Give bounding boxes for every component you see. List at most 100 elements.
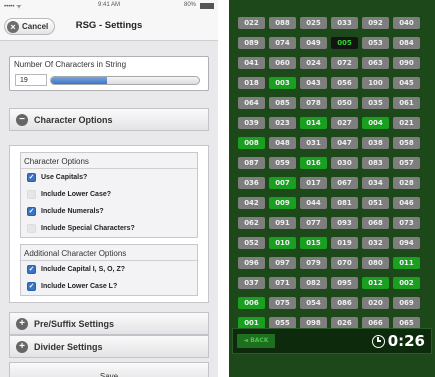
number-tile[interactable]: 003 (269, 77, 296, 89)
number-tile[interactable]: 040 (393, 17, 420, 29)
character-options-header[interactable]: − Character Options (9, 108, 209, 131)
number-tile[interactable]: 031 (300, 137, 327, 149)
number-tile[interactable]: 070 (331, 257, 358, 269)
number-tile[interactable]: 056 (331, 77, 358, 89)
number-tile[interactable]: 020 (362, 297, 389, 309)
number-tile[interactable]: 014 (300, 117, 327, 129)
number-tile[interactable]: 033 (331, 17, 358, 29)
number-tile[interactable]: 043 (300, 77, 327, 89)
number-tile[interactable]: 058 (393, 137, 420, 149)
number-tile[interactable]: 017 (300, 177, 327, 189)
number-tile[interactable]: 047 (331, 137, 358, 149)
number-tile[interactable]: 092 (362, 17, 389, 29)
length-slider[interactable] (50, 76, 200, 85)
number-tile[interactable]: 073 (393, 217, 420, 229)
number-tile[interactable]: 054 (300, 297, 327, 309)
checkbox[interactable]: ✓ (27, 173, 36, 182)
checkbox[interactable] (27, 190, 36, 199)
number-tile[interactable]: 079 (300, 257, 327, 269)
number-tile[interactable]: 068 (362, 217, 389, 229)
number-tile[interactable]: 067 (331, 177, 358, 189)
presuffix-settings-header[interactable]: + Pre/Suffix Settings (9, 312, 209, 335)
number-tile[interactable]: 050 (331, 97, 358, 109)
number-tile[interactable]: 086 (331, 297, 358, 309)
number-tile[interactable]: 010 (269, 237, 296, 249)
number-tile[interactable]: 021 (393, 117, 420, 129)
number-tile[interactable]: 064 (238, 97, 265, 109)
divider-settings-header[interactable]: + Divider Settings (9, 335, 209, 358)
number-tile[interactable]: 041 (238, 57, 265, 69)
number-tile[interactable]: 008 (238, 137, 265, 149)
number-tile[interactable]: 011 (393, 257, 420, 269)
number-tile[interactable]: 002 (393, 277, 420, 289)
number-tile[interactable]: 030 (331, 157, 358, 169)
number-tile[interactable]: 048 (269, 137, 296, 149)
number-tile[interactable]: 009 (269, 197, 296, 209)
number-tile[interactable]: 095 (331, 277, 358, 289)
number-tile[interactable]: 063 (362, 57, 389, 69)
number-tile[interactable]: 015 (300, 237, 327, 249)
number-tile[interactable]: 059 (269, 157, 296, 169)
number-tile[interactable]: 081 (331, 197, 358, 209)
option-capital-isoz[interactable]: ✓ Include Capital I, S, O, Z? (21, 261, 197, 278)
number-tile[interactable]: 045 (393, 77, 420, 89)
number-tile[interactable]: 075 (269, 297, 296, 309)
number-tile[interactable]: 046 (393, 197, 420, 209)
number-tile[interactable]: 077 (300, 217, 327, 229)
number-tile[interactable]: 061 (393, 97, 420, 109)
option-lower-l[interactable]: ✓ Include Lower Case L? (21, 278, 197, 295)
number-tile[interactable]: 091 (269, 217, 296, 229)
length-input[interactable]: 19 (15, 74, 47, 86)
save-button[interactable]: Save (9, 362, 209, 377)
number-tile[interactable]: 089 (238, 37, 265, 49)
number-tile[interactable]: 082 (300, 277, 327, 289)
number-tile[interactable]: 025 (300, 17, 327, 29)
number-tile[interactable]: 087 (238, 157, 265, 169)
number-tile[interactable]: 060 (269, 57, 296, 69)
number-tile[interactable]: 004 (362, 117, 389, 129)
number-tile[interactable]: 012 (362, 277, 389, 289)
number-tile[interactable]: 005 (331, 37, 358, 49)
number-tile[interactable]: 053 (362, 37, 389, 49)
number-tile[interactable]: 069 (393, 297, 420, 309)
number-tile[interactable]: 062 (238, 217, 265, 229)
number-tile[interactable]: 094 (393, 237, 420, 249)
number-tile[interactable]: 036 (238, 177, 265, 189)
checkbox[interactable]: ✓ (27, 265, 36, 274)
number-tile[interactable]: 088 (269, 17, 296, 29)
number-tile[interactable]: 057 (393, 157, 420, 169)
number-tile[interactable]: 074 (269, 37, 296, 49)
number-tile[interactable]: 083 (362, 157, 389, 169)
number-tile[interactable]: 028 (393, 177, 420, 189)
option-use-capitals[interactable]: ✓ Use Capitals? (21, 169, 197, 186)
number-tile[interactable]: 090 (393, 57, 420, 69)
number-tile[interactable]: 018 (238, 77, 265, 89)
number-tile[interactable]: 052 (238, 237, 265, 249)
number-tile[interactable]: 078 (300, 97, 327, 109)
checkbox[interactable] (27, 224, 36, 233)
number-tile[interactable]: 016 (300, 157, 327, 169)
number-tile[interactable]: 023 (269, 117, 296, 129)
number-tile[interactable]: 022 (238, 17, 265, 29)
number-tile[interactable]: 007 (269, 177, 296, 189)
number-tile[interactable]: 037 (238, 277, 265, 289)
option-numerals[interactable]: ✓ Include Numerals? (21, 203, 197, 220)
number-tile[interactable]: 049 (300, 37, 327, 49)
option-special-chars[interactable]: Include Special Characters? (21, 220, 197, 237)
number-tile[interactable]: 006 (238, 297, 265, 309)
number-tile[interactable]: 044 (300, 197, 327, 209)
number-tile[interactable]: 097 (269, 257, 296, 269)
number-tile[interactable]: 071 (269, 277, 296, 289)
number-tile[interactable]: 080 (362, 257, 389, 269)
number-tile[interactable]: 042 (238, 197, 265, 209)
number-tile[interactable]: 032 (362, 237, 389, 249)
number-tile[interactable]: 084 (393, 37, 420, 49)
option-lower-case[interactable]: Include Lower Case? (21, 186, 197, 203)
number-tile[interactable]: 096 (238, 257, 265, 269)
number-tile[interactable]: 085 (269, 97, 296, 109)
number-tile[interactable]: 019 (331, 237, 358, 249)
checkbox[interactable]: ✓ (27, 282, 36, 291)
number-tile[interactable]: 093 (331, 217, 358, 229)
number-tile[interactable]: 072 (331, 57, 358, 69)
back-button[interactable]: ◄ BACK (237, 334, 275, 348)
